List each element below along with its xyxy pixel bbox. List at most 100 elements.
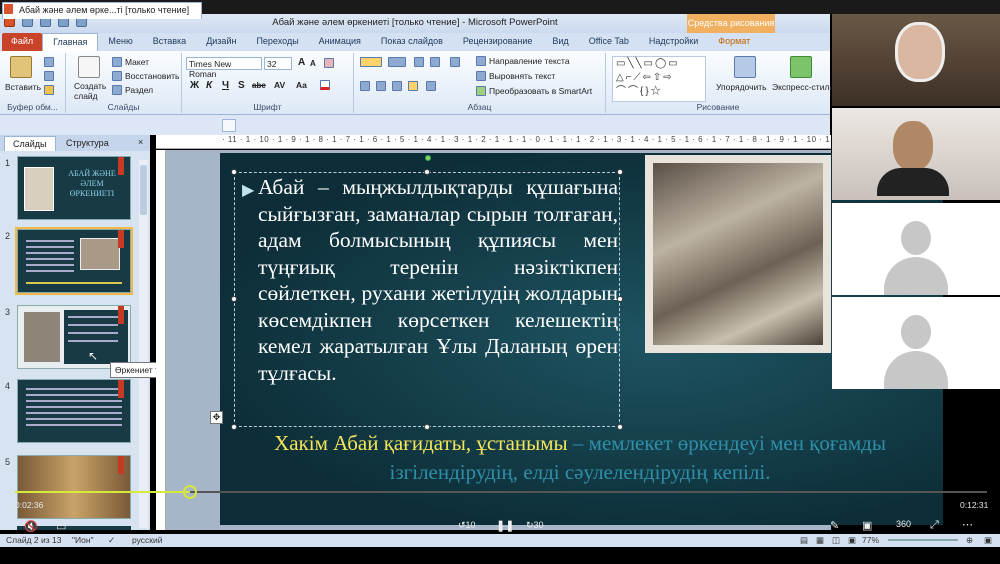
new-tab-icon[interactable] (222, 119, 236, 132)
quick-styles-button[interactable]: Экспресс-стили (772, 82, 834, 92)
spellcheck-icon[interactable]: ✓ (108, 535, 115, 546)
decrease-indent-icon[interactable] (414, 57, 424, 67)
picture-in-picture-icon[interactable]: ▣ (862, 519, 872, 532)
bold-button[interactable]: Ж (190, 80, 199, 91)
align-left-icon[interactable] (360, 81, 370, 91)
normal-view-icon[interactable]: ▤ (800, 535, 808, 546)
pause-icon[interactable]: ❚❚ (496, 519, 514, 532)
tab-slideshow[interactable]: Показ слайдов (371, 33, 453, 51)
tab-review[interactable]: Рецензирование (453, 33, 543, 51)
resize-handle[interactable] (231, 169, 237, 175)
font-color-icon[interactable] (320, 80, 330, 90)
participant-face (895, 22, 945, 82)
tab-outline[interactable]: Структура (58, 136, 117, 151)
paste-icon[interactable] (10, 56, 32, 78)
underline-button[interactable]: Ч (222, 80, 229, 91)
arrange-button[interactable]: Упорядочить (716, 82, 767, 92)
rotate-handle[interactable] (425, 155, 431, 161)
strikethrough-button[interactable]: abe (252, 81, 266, 90)
tab-office-tab[interactable]: Office Tab (579, 33, 639, 51)
tab-file[interactable]: Файл (2, 33, 43, 51)
new-slide-button[interactable]: Создать слайд (74, 81, 110, 101)
reading-view-icon[interactable]: ◫ (832, 535, 840, 546)
tab-format[interactable]: Формат (708, 33, 760, 51)
panel-scrollbar[interactable] (139, 160, 148, 528)
align-center-icon[interactable] (376, 81, 386, 91)
layout-icon (112, 57, 122, 67)
slideshow-view-icon[interactable]: ▣ (848, 535, 856, 546)
slide-thumbnail-2[interactable] (15, 227, 133, 295)
zoom-slider[interactable] (888, 539, 958, 541)
slide-thumbnail-3[interactable] (17, 305, 131, 369)
participant-video-2[interactable] (832, 108, 1000, 200)
line-spacing-icon[interactable] (450, 57, 460, 67)
rewind-icon[interactable]: ↺10 (458, 520, 476, 531)
new-slide-icon[interactable] (78, 56, 100, 78)
forward-icon[interactable]: ↻30 (526, 520, 544, 531)
tab-insert[interactable]: Вставка (143, 33, 196, 51)
language[interactable]: русский (132, 535, 163, 545)
section-button[interactable]: Раздел (112, 85, 153, 95)
resize-handle[interactable] (231, 296, 237, 302)
mute-icon[interactable]: 🔇 (24, 520, 38, 533)
format-painter-icon[interactable] (44, 85, 54, 95)
justify-icon[interactable] (408, 81, 418, 91)
video-seek-knob[interactable] (183, 485, 197, 499)
numbering-icon[interactable] (388, 57, 406, 67)
paste-button[interactable]: Вставить (5, 82, 41, 92)
autofit-options-icon[interactable]: ✥ (210, 411, 223, 424)
shapes-gallery[interactable]: ▭╲╲▭◯▭ △⌐⟋⇦⇧⇨ ⌒⌒{}☆ (612, 56, 706, 102)
shrink-font-button[interactable]: A (310, 59, 316, 68)
tab-home[interactable]: Главная (42, 33, 99, 51)
slide-photo[interactable] (645, 155, 831, 353)
participant-video-4[interactable] (832, 297, 1000, 389)
copy-icon[interactable] (44, 71, 54, 81)
font-size-select[interactable]: 32 (264, 57, 292, 70)
fit-window-icon[interactable]: ▣ (984, 535, 992, 546)
slides-group-label: Слайды (107, 102, 140, 112)
tab-addins[interactable]: Надстройки (639, 33, 708, 51)
clear-format-icon[interactable] (324, 58, 334, 68)
tab-design[interactable]: Дизайн (196, 33, 246, 51)
close-icon[interactable]: × (138, 137, 143, 147)
arrange-icon[interactable] (734, 56, 756, 78)
zoom-level[interactable]: 77% (862, 535, 879, 545)
tab-view[interactable]: Вид (542, 33, 578, 51)
align-text-button[interactable]: Выровнять текст (476, 71, 555, 81)
quick-styles-icon[interactable] (790, 56, 812, 78)
vr-360-icon[interactable]: 360 (896, 519, 911, 529)
slide-thumbnail-4[interactable] (17, 379, 131, 443)
layout-button[interactable]: Макет (112, 57, 149, 67)
document-tab[interactable]: Абай және әлем өрке...ті [только чтение] (2, 2, 202, 19)
slide-quote[interactable]: Хакім Абай қағидаты, ұстанымы – мемлекет… (230, 429, 930, 487)
shadow-button[interactable]: S (238, 80, 245, 91)
bullets-icon[interactable] (360, 57, 382, 67)
panel-scroll-thumb[interactable] (140, 165, 147, 215)
participant-video-1[interactable] (832, 14, 1000, 106)
participant-video-3[interactable] (832, 203, 1000, 295)
increase-indent-icon[interactable] (430, 57, 440, 67)
slide-body-text[interactable]: Абай – мыңжылдықтарды құшағына сыйғызған… (258, 174, 618, 386)
slide-thumbnail-1[interactable]: АБАЙ ЖӘНЕ ӘЛЕМ ӨРКЕНИЕТІ (17, 156, 131, 220)
grow-font-button[interactable]: A (298, 57, 305, 68)
restore-button[interactable]: Восстановить (112, 71, 179, 81)
align-right-icon[interactable] (392, 81, 402, 91)
tab-animation[interactable]: Анимация (309, 33, 371, 51)
sorter-view-icon[interactable]: ▦ (816, 535, 824, 546)
text-direction-button[interactable]: Направление текста (476, 56, 570, 66)
tab-slides[interactable]: Слайды (4, 136, 56, 151)
zoom-in-icon[interactable]: ⊕ (966, 535, 973, 546)
font-name-select[interactable]: Times New Roman (186, 57, 262, 79)
more-icon[interactable]: ⋯ (962, 518, 973, 531)
captions-icon[interactable]: ▭ (56, 520, 66, 533)
cut-icon[interactable] (44, 57, 54, 67)
tab-menu[interactable]: Меню (98, 33, 142, 51)
change-case-button[interactable]: Aa (296, 80, 307, 90)
tab-transitions[interactable]: Переходы (246, 33, 308, 51)
pen-icon[interactable]: ✎ (830, 519, 839, 532)
smartart-button[interactable]: Преобразовать в SmartArt (476, 86, 592, 96)
columns-icon[interactable] (426, 81, 436, 91)
fullscreen-icon[interactable]: ⤢ (930, 519, 939, 532)
italic-button[interactable]: К (206, 80, 212, 91)
char-spacing-button[interactable]: AV (274, 80, 285, 90)
